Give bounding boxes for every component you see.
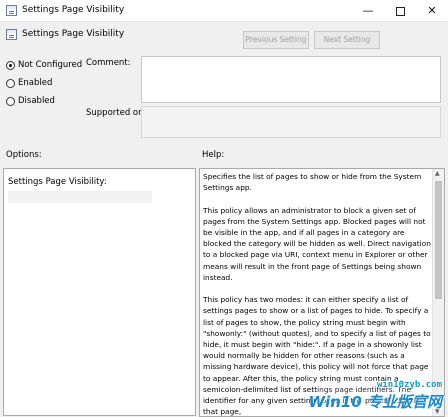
comment-textarea[interactable] <box>141 56 441 103</box>
options-section-label: Options: <box>6 150 42 160</box>
watermark-url: win10zyb.com <box>376 380 442 390</box>
help-section-label: Help: <box>202 150 225 160</box>
previous-setting-button[interactable]: Previous Setting <box>243 31 309 49</box>
help-paragraph: Specifies the list of pages to show or h… <box>203 172 422 193</box>
radio-label: Not Configured <box>18 60 83 70</box>
window-title: Settings Page Visibility <box>22 5 125 15</box>
comment-label: Comment: <box>86 58 131 68</box>
next-setting-button[interactable]: Next Setting <box>314 31 380 49</box>
help-scrollbar[interactable]: ▲ ▼ <box>432 169 444 416</box>
radio-indicator <box>6 79 15 88</box>
close-button[interactable]: ✕ <box>416 0 448 22</box>
help-paragraph: This policy allows an administrator to b… <box>203 205 431 282</box>
site-watermark: win10zyb.com Win10 专业版官网 <box>309 380 444 411</box>
supported-on-box <box>141 106 441 138</box>
maximize-button[interactable] <box>384 0 416 22</box>
options-pane: Settings Page Visibility: <box>3 168 196 416</box>
radio-label: Disabled <box>18 96 55 106</box>
radio-indicator <box>6 97 15 106</box>
watermark-brand: Win10 专业版官网 <box>308 393 442 411</box>
title-bar: Settings Page Visibility — ✕ <box>0 0 448 22</box>
maximize-icon <box>395 6 405 16</box>
policy-setting-icon <box>6 29 17 40</box>
minimize-button[interactable]: — <box>352 0 384 22</box>
policy-document-icon <box>6 5 17 16</box>
policy-title: Settings Page Visibility <box>22 29 125 39</box>
radio-indicator <box>6 61 15 70</box>
supported-on-label: Supported on: <box>86 108 147 118</box>
scroll-thumb[interactable] <box>435 181 442 299</box>
settings-page-visibility-input[interactable] <box>8 191 152 203</box>
radio-label: Enabled <box>18 78 53 88</box>
scroll-up-icon[interactable]: ▲ <box>435 170 440 177</box>
settings-page-visibility-label: Settings Page Visibility: <box>8 177 107 187</box>
policy-header: Settings Page Visibility Previous Settin… <box>0 24 448 50</box>
